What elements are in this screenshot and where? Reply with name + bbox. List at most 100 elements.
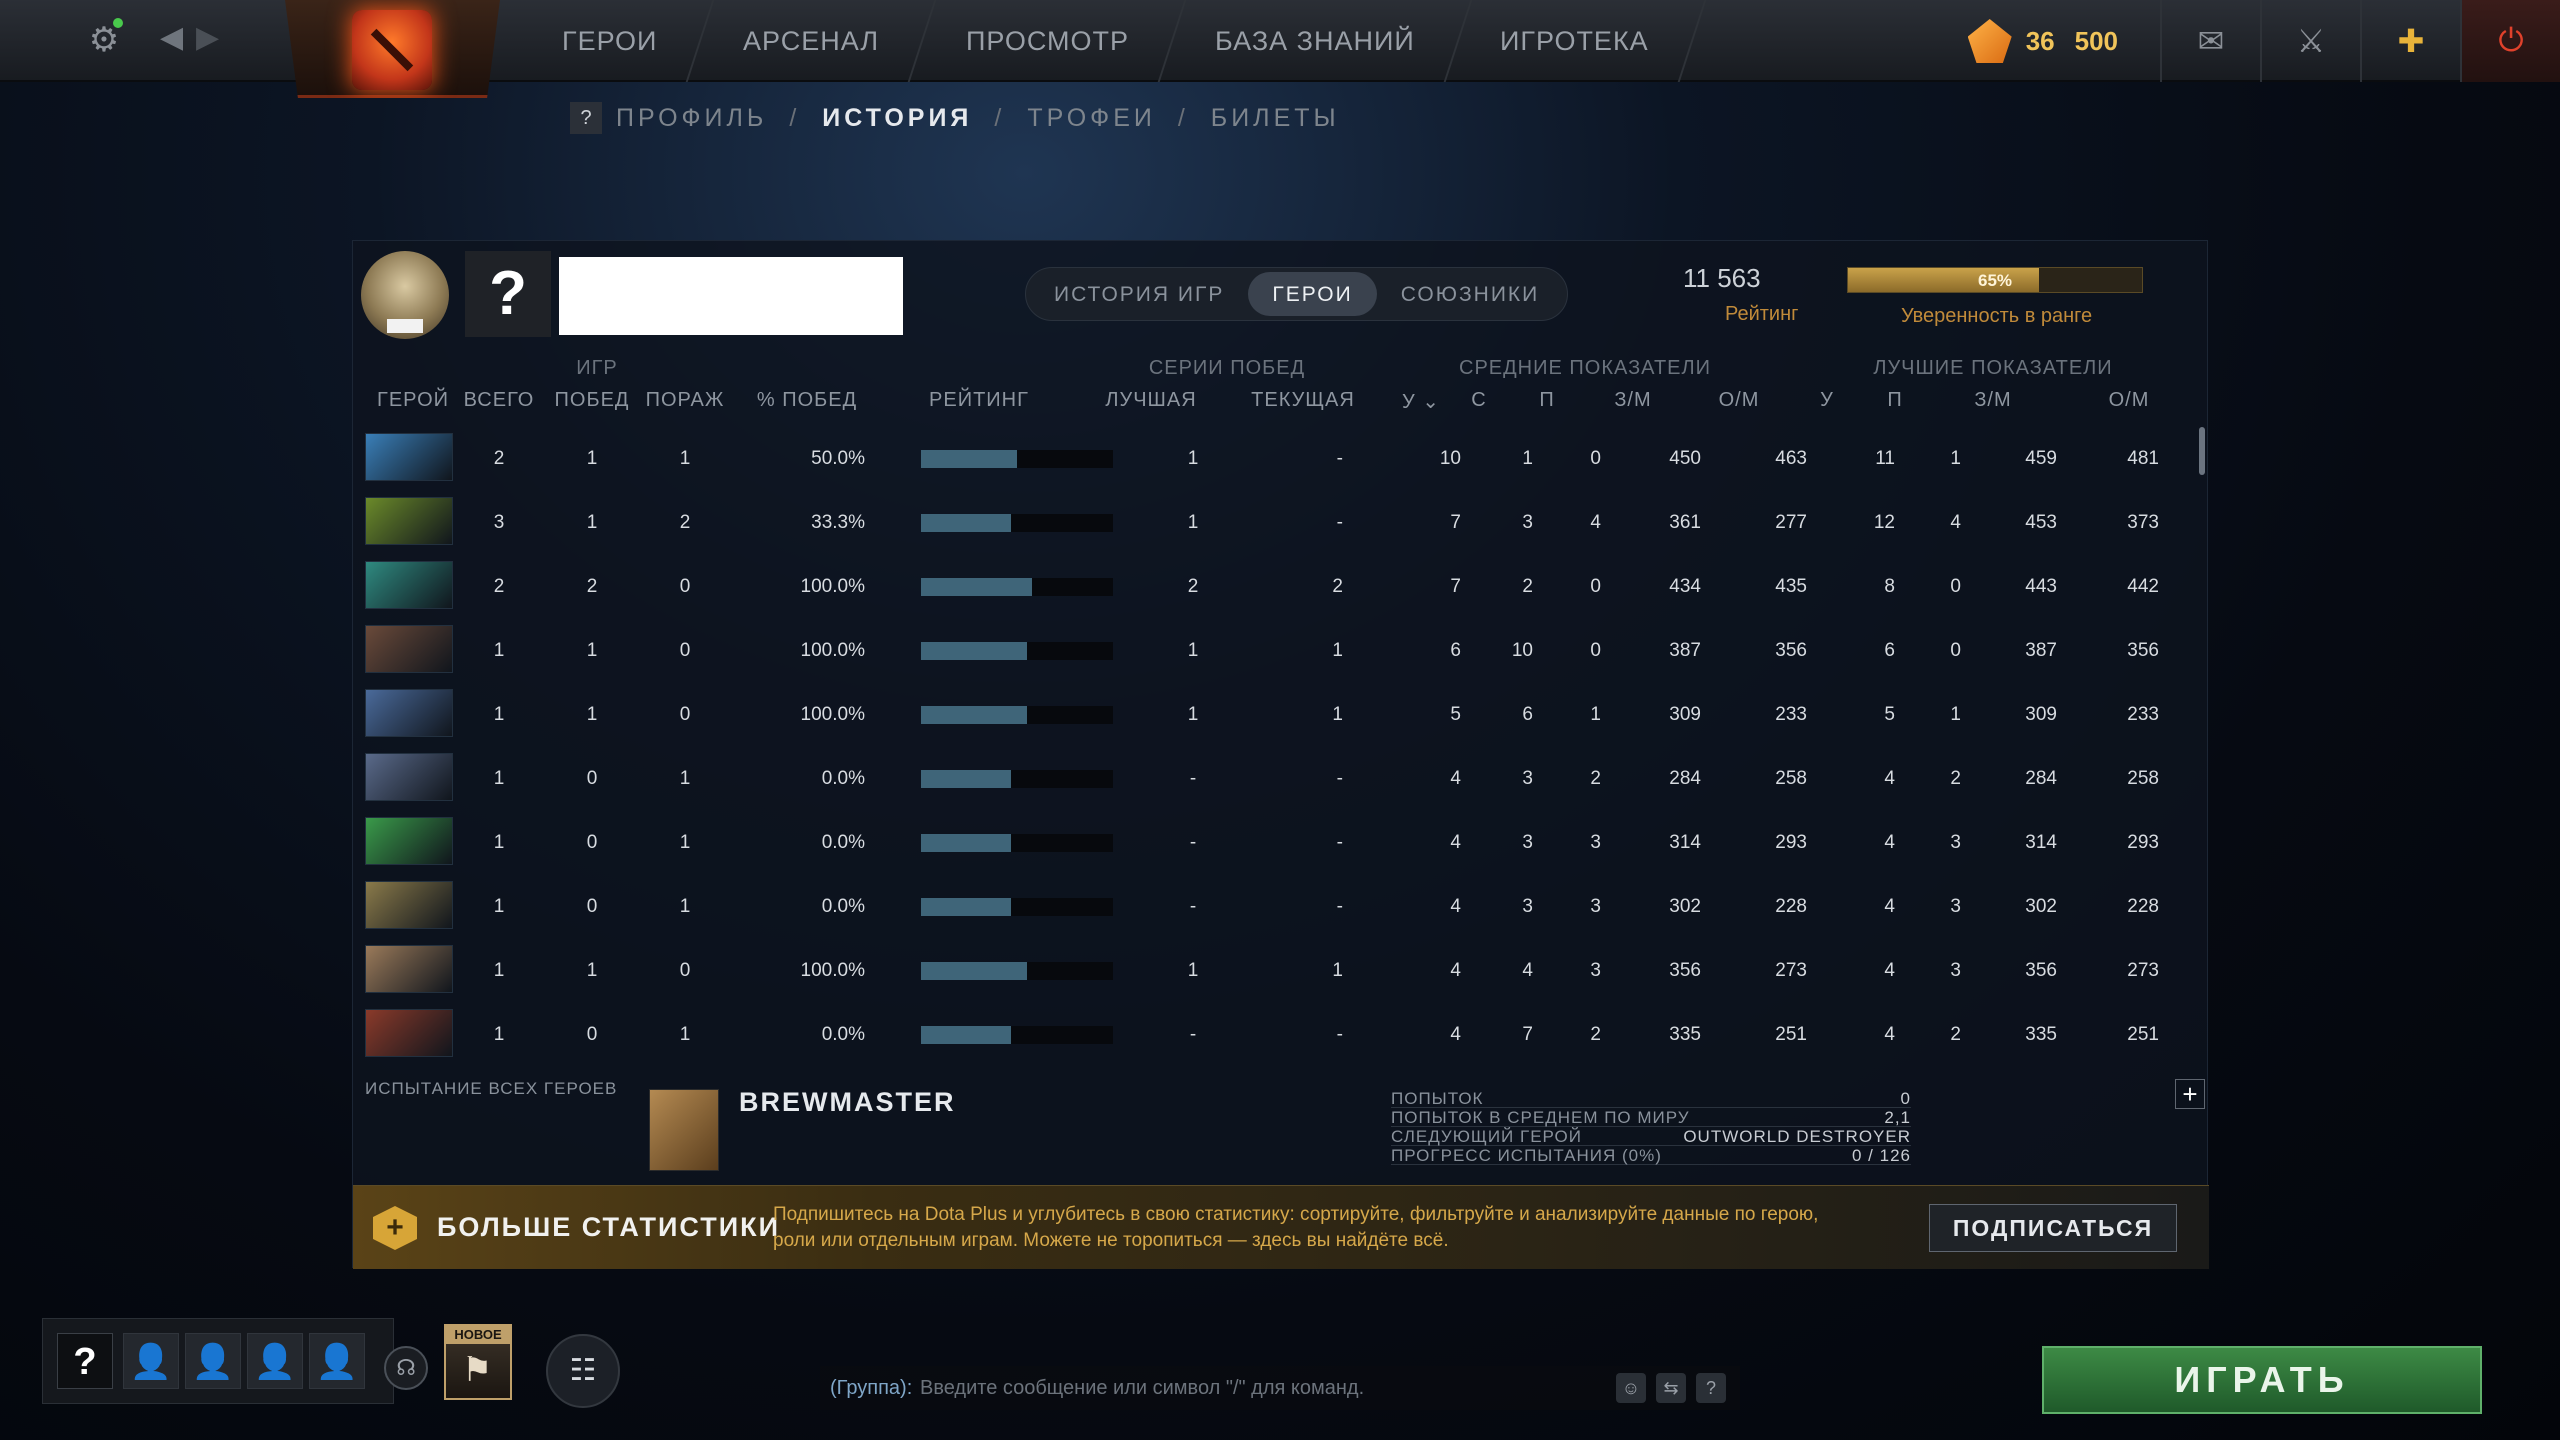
col-best-streak[interactable]: ЛУЧШАЯ [1105, 389, 1196, 412]
cell-cur-streak: - [1336, 768, 1343, 789]
col-best-kills[interactable]: У [1820, 389, 1834, 412]
subnav-profile[interactable]: ПРОФИЛЬ [616, 104, 767, 133]
tab-allies[interactable]: СОЮЗНИКИ [1377, 272, 1564, 316]
power-icon[interactable]: ⏻ [2460, 0, 2560, 82]
voice-chat-icon[interactable]: ☊ [384, 1346, 428, 1390]
rating-bar [921, 898, 1113, 916]
rating-bar-fill [921, 834, 1012, 852]
cell-best-xpm: 314 [2025, 832, 2057, 853]
table-row[interactable]: 2 2 0 100.0% 2 2 7 2 0 434 435 8 0 443 442 [353, 555, 2209, 619]
hero-portrait[interactable] [365, 817, 453, 865]
table-row[interactable]: 1 1 0 100.0% 1 1 5 6 1 309 233 5 1 309 233 [353, 683, 2209, 747]
forward-icon[interactable]: ▶ [196, 20, 219, 55]
cell-best-gpm: 293 [2127, 832, 2159, 853]
party-slot-icon[interactable]: 👤 [247, 1333, 303, 1389]
col-rating[interactable]: РЕЙТИНГ [929, 389, 1029, 412]
group-header-best: ЛУЧШИЕ ПОКАЗАТЕЛИ [1873, 357, 2113, 379]
party-slot-icon[interactable]: 👤 [185, 1333, 241, 1389]
group-header-average: СРЕДНИЕ ПОКАЗАТЕЛИ [1459, 357, 1711, 379]
cell-best-a: 4 [1950, 512, 1961, 533]
rank-medal-icon[interactable] [361, 251, 449, 339]
hero-portrait[interactable] [365, 625, 453, 673]
nav-watch[interactable]: ПРОСМОТР [910, 0, 1186, 82]
col-avg-xpm[interactable]: З/М [1614, 389, 1651, 412]
hero-portrait[interactable] [365, 945, 453, 993]
avatar[interactable]: ? [465, 251, 551, 337]
cell-total: 2 [493, 448, 505, 469]
play-button[interactable]: ИГРАТЬ [2042, 1346, 2482, 1414]
cell-best-xpm: 284 [2025, 768, 2057, 789]
col-current-streak[interactable]: ТЕКУЩАЯ [1251, 389, 1355, 412]
table-row[interactable]: 1 0 1 0.0% - - 4 3 3 314 293 4 3 314 293 [353, 811, 2209, 875]
subscribe-button[interactable]: ПОДПИСАТЬСЯ [1929, 1204, 2177, 1252]
subnav-trophies[interactable]: ТРОФЕИ [1027, 104, 1156, 133]
expand-plus-icon[interactable]: + [2175, 1079, 2205, 1109]
help-icon[interactable]: ? [570, 102, 602, 134]
col-avg-deaths[interactable]: С [1471, 389, 1486, 412]
nav-heroes[interactable]: ГЕРОИ [506, 0, 715, 82]
hero-portrait[interactable] [365, 753, 453, 801]
col-hero[interactable]: ГЕРОЙ [377, 389, 449, 412]
col-avg-kills[interactable]: У ⌄ [1402, 389, 1440, 414]
cell-avg-d: 1 [1522, 448, 1533, 469]
nav-learn[interactable]: БАЗА ЗНАНИЙ [1159, 0, 1472, 82]
party-leader-avatar[interactable]: ? [57, 1333, 113, 1389]
table-row[interactable]: 1 0 1 0.0% - - 4 3 2 284 258 4 2 284 258 [353, 747, 2209, 811]
cell-avg-k: 4 [1450, 960, 1461, 981]
col-total[interactable]: ВСЕГО [464, 389, 535, 412]
tab-match-history[interactable]: ИСТОРИЯ ИГР [1030, 272, 1248, 316]
back-icon[interactable]: ◀ [160, 20, 183, 55]
cell-cur-streak: - [1336, 1024, 1343, 1045]
chat-help-icon[interactable]: ? [1696, 1373, 1726, 1403]
col-losses[interactable]: ПОРАЖ [646, 389, 725, 412]
chat-input[interactable] [920, 1372, 1420, 1404]
cell-winrate: 100.0% [800, 640, 865, 661]
mail-icon[interactable]: ✉ [2160, 0, 2260, 82]
new-item-button[interactable]: НОВОЕ ⚑ [444, 1324, 512, 1400]
nav-armory[interactable]: АРСЕНАЛ [688, 0, 937, 82]
party-slot-icon[interactable]: 👤 [309, 1333, 365, 1389]
shards-icon[interactable] [1967, 19, 2012, 63]
table-row[interactable]: 1 0 1 0.0% - - 4 3 3 302 228 4 3 302 228 [353, 875, 2209, 939]
col-best-assists[interactable]: П [1887, 389, 1902, 412]
tab-heroes[interactable]: ГЕРОИ [1248, 272, 1377, 316]
hero-portrait[interactable] [365, 561, 453, 609]
dota-logo[interactable] [285, 0, 500, 98]
hero-portrait[interactable] [365, 1009, 453, 1057]
cell-best-xpm: 309 [2025, 704, 2057, 725]
armory-icon[interactable]: ⚔ [2260, 0, 2360, 82]
table-row[interactable]: 3 1 2 33.3% 1-7 3 4 361 277 12 4 453 373 [353, 491, 2209, 555]
hero-portrait[interactable] [365, 881, 453, 929]
col-avg-gpm[interactable]: О/М [1719, 389, 1760, 412]
nav-arcade[interactable]: ИГРОТЕКА [1444, 0, 1707, 82]
col-best-xpm[interactable]: З/М [1974, 389, 2011, 412]
challenge-hero-name: BREWMASTER [739, 1087, 956, 1117]
cell-wins: 2 [586, 576, 598, 597]
subnav-tickets[interactable]: БИЛЕТЫ [1211, 104, 1340, 133]
table-row[interactable]: 1 0 1 0.0% - - 4 7 2 335 251 4 2 335 251 [353, 1003, 2209, 1067]
cell-best-streak: 1 [1187, 640, 1199, 661]
col-best-gpm[interactable]: О/М [2109, 389, 2150, 412]
chat-wheel-icon[interactable]: ⇆ [1656, 1373, 1686, 1403]
group-header-streaks: СЕРИИ ПОБЕД [1148, 357, 1306, 379]
subnav-history[interactable]: ИСТОРИЯ [822, 104, 972, 133]
challenge-hero-portrait[interactable] [649, 1089, 719, 1171]
table-row[interactable]: 1 1 0 100.0% 1 1 4 4 3 356 273 4 3 356 273 [353, 939, 2209, 1003]
cell-avg-k: 4 [1450, 896, 1461, 917]
hero-portrait[interactable] [365, 689, 453, 737]
table-scrollbar[interactable] [2199, 427, 2205, 475]
emoticon-icon[interactable]: ☺ [1616, 1373, 1646, 1403]
chat-channel[interactable]: (Группа): [830, 1366, 912, 1410]
party-slot-icon[interactable]: 👤 [123, 1333, 179, 1389]
dota-plus-icon[interactable]: ✚ [2360, 0, 2460, 82]
friends-icon[interactable]: ☷ [546, 1334, 620, 1408]
hero-portrait[interactable] [365, 497, 453, 545]
cell-winrate: 100.0% [800, 704, 865, 725]
col-wins[interactable]: ПОБЕД [555, 389, 630, 412]
table-row[interactable]: 2 1 1 50.0% 1-10 1 0 450 463 11 1 459 481 [353, 427, 2209, 491]
col-avg-assists[interactable]: П [1539, 389, 1554, 412]
table-row[interactable]: 1 1 0 100.0% 1 1 6 10 0 387 356 6 0 387 356 [353, 619, 2209, 683]
col-winrate[interactable]: % ПОБЕД [757, 389, 857, 412]
hero-portrait[interactable] [365, 433, 453, 481]
cell-avg-a: 3 [1590, 896, 1601, 917]
